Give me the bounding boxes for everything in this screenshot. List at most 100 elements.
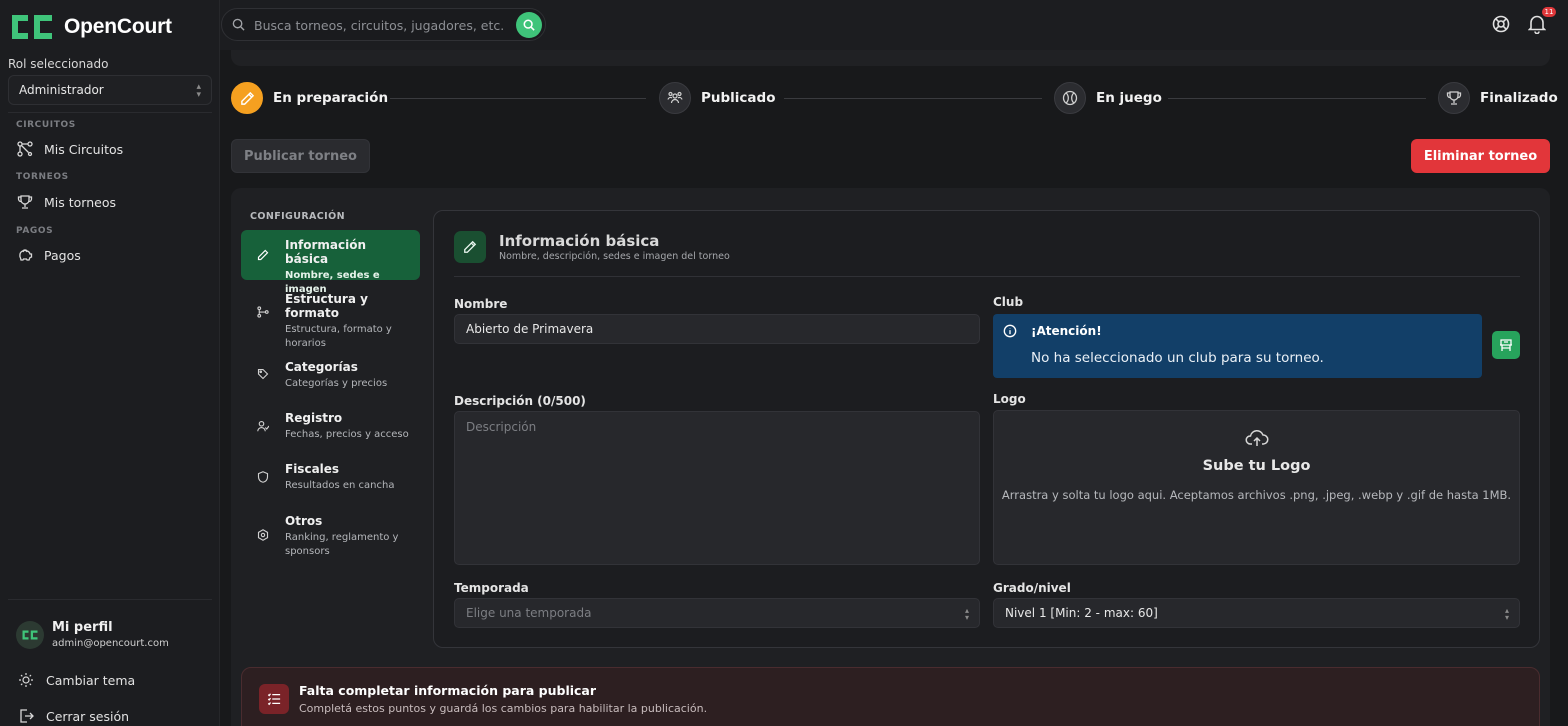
basic-info-card: Información básica Nombre, descripción, …: [433, 210, 1540, 648]
opencourt-logo-icon: [12, 15, 52, 39]
search-button[interactable]: [516, 12, 542, 38]
delete-tournament-button[interactable]: Eliminar torneo: [1411, 139, 1550, 173]
config-item-title: Información básica: [285, 238, 367, 266]
sidebar-item-label: Pagos: [44, 247, 81, 263]
change-theme-button[interactable]: Cambiar tema: [18, 672, 135, 688]
config-item-desc: Categorías y precios: [285, 378, 388, 389]
step-connector: [784, 98, 1042, 99]
pencil-icon: [454, 231, 486, 263]
status-stepper: En preparación Publicado En juego Finali…: [231, 82, 1558, 114]
config-item-categorias[interactable]: Categorías Categorías y precios: [241, 352, 420, 396]
change-theme-label: Cambiar tema: [46, 672, 136, 688]
info-icon: [1003, 324, 1017, 338]
app-name: OpenCourt: [64, 15, 172, 38]
select-club-button[interactable]: [1492, 331, 1520, 359]
pencil-icon: [231, 82, 263, 114]
step-connector: [1168, 98, 1426, 99]
level-select[interactable]: Nivel 1 [Min: 2 - max: 60] ▴ ▾: [993, 598, 1520, 628]
step-label: En preparación: [273, 90, 389, 106]
logo-dropzone[interactable]: Sube tu Logo Arrastra y solta tu logo aq…: [993, 410, 1520, 565]
card-divider: [454, 276, 1520, 277]
app-root: OpenCourt Rol seleccionado Administrador…: [0, 0, 1568, 726]
cloud-upload-icon: [1245, 429, 1269, 446]
config-item-title: Otros: [285, 514, 323, 528]
config-item-otros[interactable]: Otros Ranking, reglamento y sponsors: [241, 506, 420, 566]
config-item-desc: Estructura, formato y horarios: [285, 324, 392, 349]
config-item-fiscales[interactable]: Fiscales Resultados en cancha: [241, 454, 420, 498]
season-select-placeholder: Elige una temporada: [466, 606, 592, 620]
shield-icon: [255, 469, 271, 485]
description-textarea[interactable]: Descripción: [454, 411, 980, 565]
people-icon: [659, 82, 691, 114]
step-finalizado: Finalizado: [1438, 82, 1558, 114]
logout-button[interactable]: Cerrar sesión: [18, 708, 129, 724]
description-label: Descripción (0/500): [454, 394, 586, 408]
sidebar-item-torneos[interactable]: Mis torneos: [16, 193, 116, 211]
step-en-juego: En juego: [1054, 82, 1162, 114]
publish-requirements-warning: Falta completar información para publica…: [241, 667, 1540, 726]
warning-title: Falta completar información para publica…: [299, 683, 597, 698]
config-item-title: Registro: [285, 411, 343, 425]
step-publicado: Publicado: [659, 82, 775, 114]
config-panel: CONFIGURACIÓN Información básica Nombre,…: [231, 188, 1550, 726]
chevron-updown-icon: ▴ ▾: [964, 606, 969, 622]
role-select[interactable]: Administrador ▴ ▾: [8, 75, 212, 105]
name-label: Nombre: [454, 297, 508, 311]
sidebar-item-label: Mis Circuitos: [44, 141, 124, 157]
section-torneos: TORNEOS: [16, 172, 69, 182]
search-bar: [221, 8, 546, 41]
step-label: En juego: [1096, 90, 1162, 106]
chevron-updown-icon: ▴ ▾: [1504, 606, 1509, 622]
piggy-bank-icon: [16, 246, 34, 264]
config-item-registro[interactable]: Registro Fechas, precios y acceso: [241, 403, 420, 447]
alert-message: No ha seleccionado un club para su torne…: [1031, 350, 1324, 366]
name-input[interactable]: Abierto de Primavera: [454, 314, 980, 344]
profile-link[interactable]: Mi perfil admin@opencourt.com: [16, 620, 169, 649]
card-title: Información básica: [499, 232, 660, 250]
settings-icon: [255, 527, 271, 543]
app-logo[interactable]: OpenCourt: [8, 12, 172, 42]
search-icon: [232, 18, 245, 31]
pencil-icon: [255, 247, 271, 263]
step-label: Finalizado: [1480, 90, 1558, 106]
top-strip: [231, 50, 1550, 66]
publish-tournament-button[interactable]: Publicar torneo: [231, 139, 370, 173]
config-item-estructura[interactable]: Estructura y formato Estructura, formato…: [241, 284, 420, 349]
logout-label: Cerrar sesión: [46, 708, 130, 724]
trophy-icon: [1438, 82, 1470, 114]
config-item-desc: Fechas, precios y acceso: [285, 429, 409, 440]
season-label: Temporada: [454, 581, 529, 595]
sidebar-item-pagos[interactable]: Pagos: [16, 246, 81, 264]
logo-upload-desc: Arrastra y solta tu logo aqui. Aceptamos…: [1001, 488, 1512, 502]
config-item-title: Fiscales: [285, 462, 340, 476]
season-select[interactable]: Elige una temporada ▴ ▾: [454, 598, 980, 628]
role-select-value: Administrador: [19, 83, 104, 97]
flow-icon: [255, 304, 271, 320]
config-item-informacion-basica[interactable]: Información básica Nombre, sedes e image…: [241, 230, 420, 295]
chevron-updown-icon: ▴ ▾: [196, 82, 201, 100]
config-item-title: Estructura y formato: [285, 292, 368, 320]
step-label: Publicado: [701, 90, 776, 106]
level-label: Grado/nivel: [993, 581, 1071, 595]
search-input[interactable]: [254, 15, 516, 35]
club-label: Club: [993, 295, 1024, 309]
alert-title: ¡Atención!: [1031, 324, 1102, 338]
club-alert: ¡Atención! No ha seleccionado un club pa…: [993, 314, 1482, 378]
step-en-preparacion: En preparación: [231, 82, 388, 114]
config-item-title: Categorías: [285, 360, 358, 374]
trophy-icon: [16, 193, 34, 211]
club-building-icon: [1500, 339, 1512, 351]
help-lifebuoy-icon[interactable]: [1492, 15, 1510, 33]
config-item-desc: Ranking, reglamento y sponsors: [285, 532, 399, 557]
bell-icon[interactable]: [1528, 14, 1546, 34]
logo-label: Logo: [993, 392, 1026, 406]
warning-desc: Completá estos puntos y guardá los cambi…: [299, 702, 708, 715]
step-connector: [390, 98, 646, 99]
section-pagos: PAGOS: [16, 226, 54, 236]
profile-email: admin@opencourt.com: [52, 638, 169, 649]
logo-upload-title: Sube tu Logo: [1202, 458, 1311, 474]
sidebar-item-circuitos[interactable]: Mis Circuitos: [16, 140, 123, 158]
search-icon: [523, 19, 535, 31]
ball-icon: [1054, 82, 1086, 114]
notification-badge: 11: [1542, 7, 1556, 17]
